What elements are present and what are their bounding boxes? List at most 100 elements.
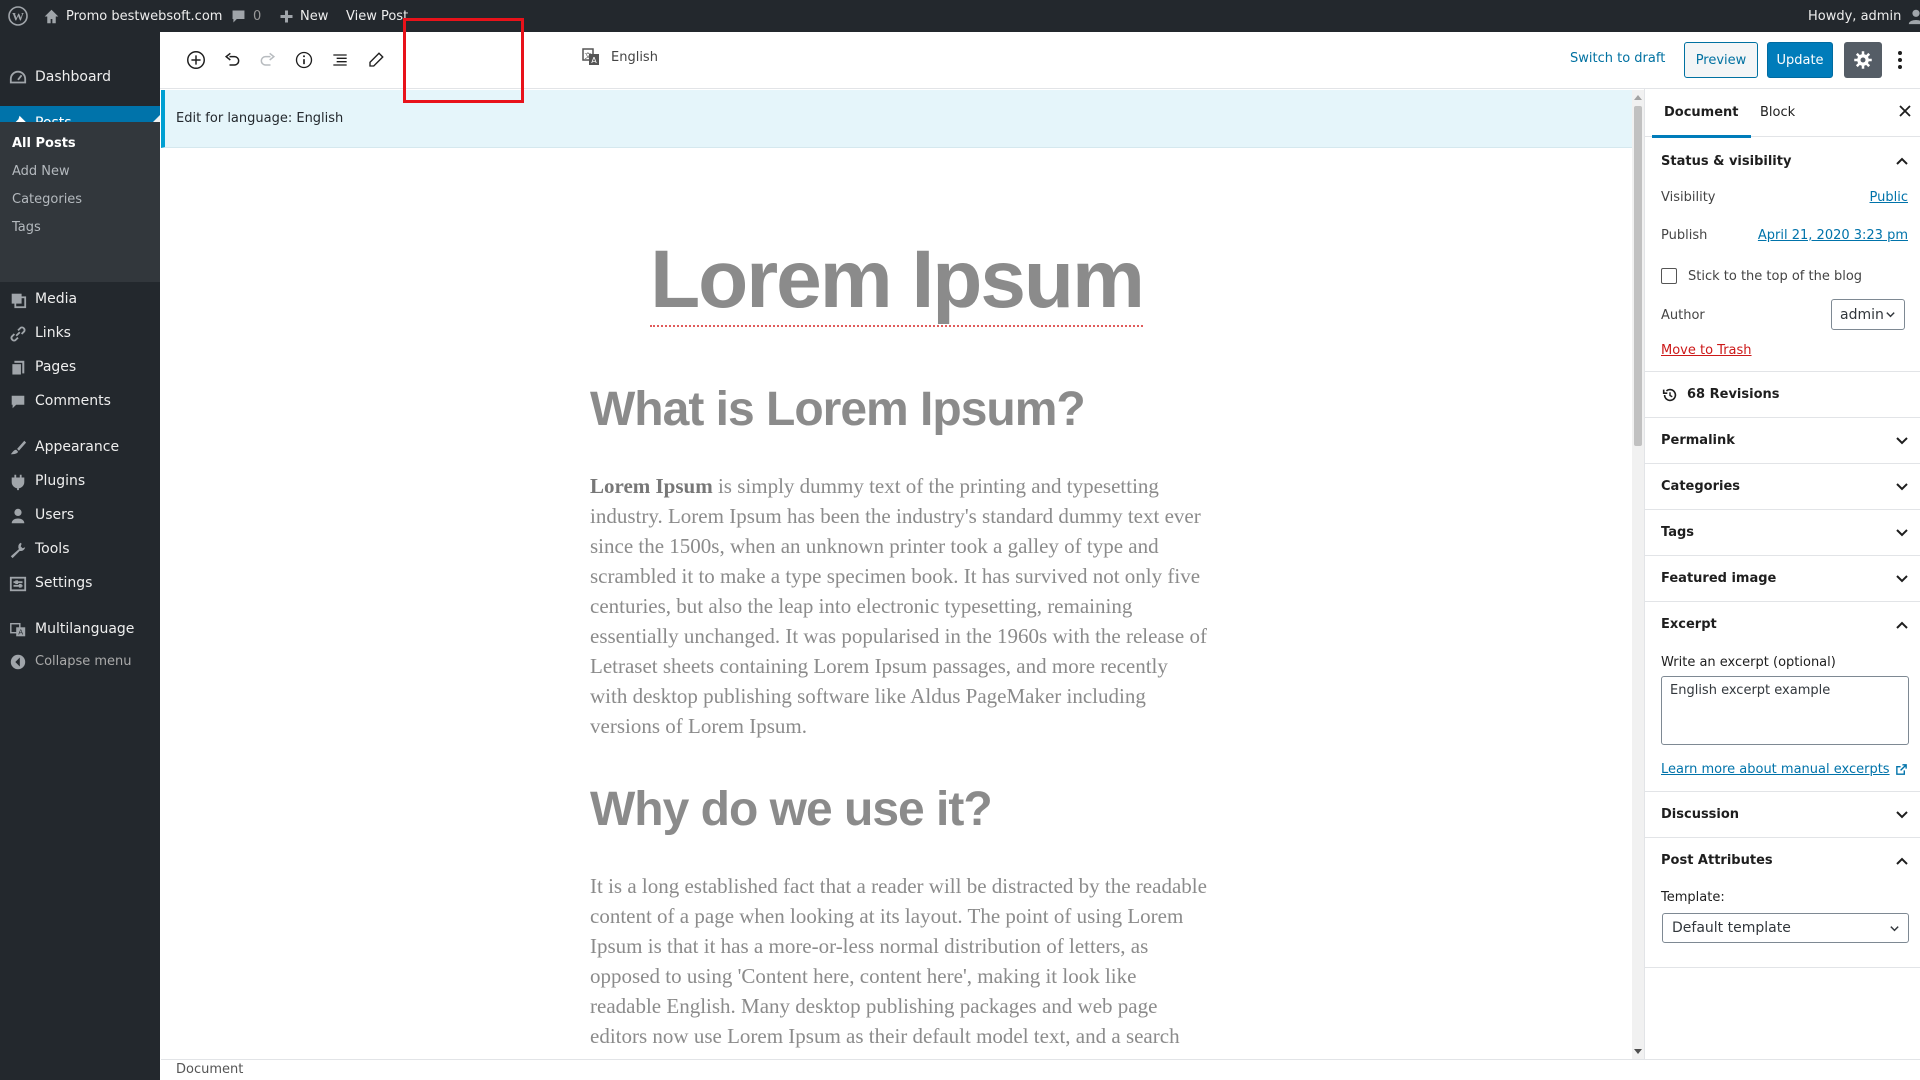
chevron-down-icon: [1896, 574, 1908, 582]
menu-links[interactable]: Links: [0, 316, 160, 350]
site-name-link[interactable]: Promo bestwebsoft.com: [43, 0, 222, 32]
menu-tools-label: Tools: [35, 541, 70, 557]
move-to-trash-link[interactable]: Move to Trash: [1661, 343, 1752, 358]
block-navigation-button[interactable]: [328, 48, 352, 72]
submenu-all-posts[interactable]: All Posts: [12, 136, 76, 151]
pages-icon: [11, 360, 25, 376]
update-button[interactable]: Update: [1767, 42, 1833, 78]
menu-comments[interactable]: Comments: [0, 384, 160, 418]
panel-excerpt[interactable]: Excerpt: [1645, 602, 1920, 647]
undo-button[interactable]: [220, 48, 244, 72]
my-account-link[interactable]: Howdy, admin: [1808, 0, 1920, 32]
submenu-categories[interactable]: Categories: [12, 192, 82, 207]
edit-mode-button[interactable]: [364, 48, 388, 72]
sidebar-tabs: Document Block: [1645, 89, 1920, 138]
language-notice: Edit for language: English: [161, 90, 1632, 148]
tab-document[interactable]: Document: [1652, 105, 1750, 138]
heading-block-2[interactable]: Why do we use it?: [590, 782, 993, 837]
menu-multilanguage[interactable]: A Multilanguage: [0, 612, 160, 646]
panel-post-attributes-title: Post Attributes: [1661, 853, 1773, 868]
media-icon: [11, 293, 27, 309]
panel-permalink[interactable]: Permalink: [1645, 418, 1920, 463]
link-icon: [10, 326, 26, 342]
content-structure-button[interactable]: [292, 48, 316, 72]
revisions-link[interactable]: 68 Revisions: [1645, 372, 1920, 417]
excerpt-textarea[interactable]: English excerpt example: [1661, 676, 1909, 745]
sticky-label: Stick to the top of the blog: [1688, 269, 1863, 284]
chevron-up-icon: [1896, 157, 1908, 165]
redo-button[interactable]: [256, 48, 280, 72]
menu-dashboard[interactable]: Dashboard: [0, 60, 160, 94]
comments-icon: [11, 395, 25, 409]
chevron-down-icon: [1890, 925, 1899, 931]
heading-block-1[interactable]: What is Lorem Ipsum?: [590, 382, 1086, 437]
breadcrumb-document[interactable]: Document: [176, 1062, 243, 1077]
scroll-down-arrow-icon[interactable]: [1634, 1049, 1642, 1054]
editor-canvas: Lorem Ipsum What is Lorem Ipsum? Lorem I…: [161, 149, 1632, 1059]
settings-icon: [9, 576, 27, 592]
plus-circle-icon: [187, 51, 205, 69]
switch-to-draft-button[interactable]: Switch to draft: [1570, 51, 1665, 66]
paintbrush-icon: [10, 440, 27, 455]
view-post-link[interactable]: View Post: [346, 0, 408, 32]
panel-status-visibility[interactable]: Status & visibility: [1645, 138, 1920, 184]
author-label: Author: [1661, 308, 1705, 323]
paragraph-bold-text: Lorem Ipsum: [590, 474, 713, 498]
panel-tags[interactable]: Tags: [1645, 510, 1920, 555]
new-content-link[interactable]: New: [279, 0, 328, 32]
svg-text:A: A: [18, 628, 23, 637]
editor-scrollbar[interactable]: [1632, 90, 1644, 1059]
wordpress-logo-icon[interactable]: W: [8, 0, 28, 32]
posts-submenu: All Posts Add New Categories Tags: [0, 122, 160, 282]
site-name: Promo bestwebsoft.com: [66, 8, 223, 24]
wrench-icon: [10, 542, 26, 559]
collapse-menu-label: Collapse menu: [35, 653, 132, 669]
admin-menu: Dashboard Posts All Posts Add New Catego…: [0, 32, 160, 1080]
panel-permalink-title: Permalink: [1661, 433, 1735, 448]
template-select[interactable]: Default template: [1662, 913, 1909, 943]
more-options-button[interactable]: [1896, 48, 1904, 72]
tab-block[interactable]: Block: [1760, 105, 1795, 120]
sticky-checkbox[interactable]: [1661, 268, 1677, 284]
panel-categories[interactable]: Categories: [1645, 464, 1920, 509]
language-switcher[interactable]: 文A English: [581, 47, 658, 67]
add-block-button[interactable]: [184, 48, 208, 72]
pencil-icon: [369, 52, 384, 67]
menu-appearance[interactable]: Appearance: [0, 430, 160, 464]
submenu-tags[interactable]: Tags: [12, 220, 41, 235]
menu-tools[interactable]: Tools: [0, 532, 160, 566]
submenu-add-new[interactable]: Add New: [12, 164, 70, 179]
close-sidebar-button[interactable]: [1897, 103, 1913, 119]
chevron-up-icon: [1896, 621, 1908, 629]
menu-settings-label: Settings: [35, 575, 93, 591]
menu-users[interactable]: Users: [0, 498, 160, 532]
menu-plugins[interactable]: Plugins: [0, 464, 160, 498]
avatar-icon: [1909, 9, 1920, 25]
collapse-menu-button[interactable]: Collapse menu: [0, 644, 160, 678]
paragraph-block-2[interactable]: It is a long established fact that a rea…: [590, 871, 1210, 1051]
menu-pages[interactable]: Pages: [0, 350, 160, 384]
excerpt-help-link[interactable]: Learn more about manual excerpts: [1661, 762, 1908, 777]
menu-dashboard-label: Dashboard: [35, 69, 111, 85]
scroll-up-arrow-icon[interactable]: [1634, 95, 1642, 100]
visibility-toggle[interactable]: Public: [1870, 190, 1908, 205]
author-select[interactable]: admin: [1831, 299, 1905, 330]
paragraph-block-1[interactable]: Lorem Ipsum is simply dummy text of the …: [590, 471, 1210, 741]
comments-link[interactable]: 0: [230, 0, 261, 32]
publish-label: Publish: [1661, 228, 1708, 243]
menu-settings[interactable]: Settings: [0, 566, 160, 600]
panel-post-attributes[interactable]: Post Attributes: [1645, 838, 1920, 883]
panel-featured-image[interactable]: Featured image: [1645, 556, 1920, 601]
menu-media[interactable]: Media: [0, 282, 160, 316]
scrollbar-thumb[interactable]: [1634, 106, 1642, 446]
settings-button[interactable]: [1844, 42, 1882, 78]
post-title[interactable]: Lorem Ipsum: [161, 233, 1632, 327]
chevron-down-icon: [1886, 312, 1895, 318]
admin-bar: W Promo bestwebsoft.com 0 New View Post …: [0, 0, 1920, 32]
list-icon: [333, 54, 347, 66]
panel-discussion[interactable]: Discussion: [1645, 792, 1920, 837]
divider: [1645, 967, 1920, 968]
panel-categories-title: Categories: [1661, 479, 1741, 494]
preview-button[interactable]: Preview: [1684, 42, 1758, 78]
publish-date-toggle[interactable]: April 21, 2020 3:23 pm: [1758, 228, 1908, 243]
